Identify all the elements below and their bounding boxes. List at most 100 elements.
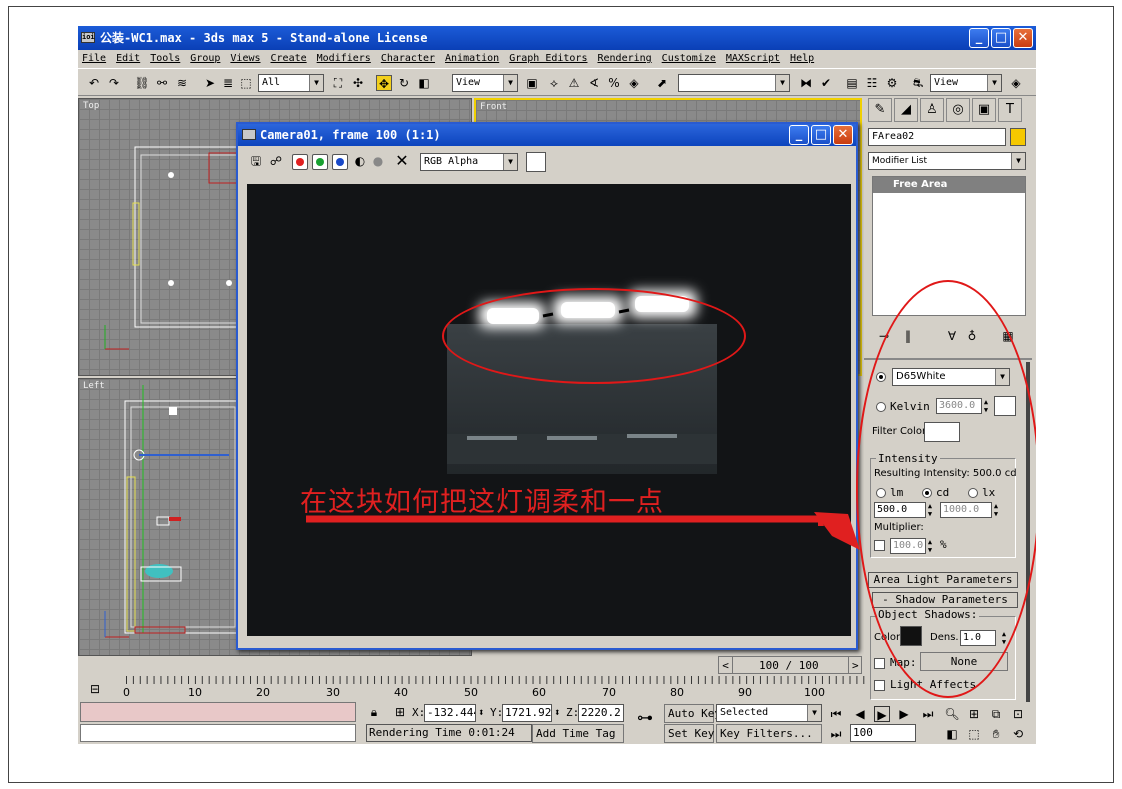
select-by-name-icon[interactable]: ≣ [220,75,236,91]
render-scene-icon[interactable]: ⛐ [910,75,926,91]
undo-icon[interactable]: ↶ [86,75,102,91]
absolute-mode-icon[interactable]: ⊞ [392,704,408,720]
render-minimize-button[interactable]: _ [789,125,809,145]
pan-icon[interactable]: ✋︎ [988,726,1004,742]
material-editor-icon[interactable]: ⚙ [884,75,900,91]
scale-icon[interactable]: ◧ [416,75,432,91]
mirror-icon[interactable]: ⧓ [798,75,814,91]
red-channel-button[interactable] [292,154,308,170]
blue-channel-button[interactable] [332,154,348,170]
region-zoom-icon[interactable]: ⬚ [966,726,982,742]
set-key-button[interactable]: Set Key [664,724,714,743]
angle-snap-icon[interactable]: ∢ [586,75,602,91]
select-manipulate-icon[interactable]: ⟡ [546,75,562,91]
close-button[interactable]: ✕ [1013,28,1033,48]
modify-tab-icon[interactable]: ◢ [894,98,918,122]
rect-selection-icon[interactable]: ⬚ [238,75,254,91]
menu-help[interactable]: Help [790,50,814,68]
menu-tools[interactable]: Tools [150,50,180,68]
next-frame-icon[interactable]: ▶ [896,706,912,722]
zoom-icon[interactable]: 🔍︎ [944,706,960,722]
key-filters-button[interactable]: Key Filters... [716,724,822,743]
curve-editor-icon[interactable]: ▤ [844,75,860,91]
render-close-button[interactable]: ✕ [833,125,853,145]
spinner-arrows-icon[interactable]: ⬍ [478,706,485,719]
render-type-dropdown[interactable]: View ▼ [930,74,1002,92]
z-coordinate-field[interactable]: 2220.2 [578,704,624,722]
utilities-tab-icon[interactable]: T [998,98,1022,122]
color-swatch[interactable] [526,152,546,172]
menu-group[interactable]: Group [190,50,220,68]
percent-snap-icon[interactable]: % [606,75,622,91]
menu-customize[interactable]: Customize [662,50,716,68]
menu-file[interactable]: File [82,50,106,68]
previous-frame-icon[interactable]: ◀ [852,706,868,722]
align-icon[interactable]: ✔ [818,75,834,91]
snap-toggle-icon[interactable]: ⚠ [566,75,582,91]
render-maximize-button[interactable]: □ [811,125,831,145]
maxscript-listener-field[interactable] [80,702,356,722]
map-checkbox[interactable] [874,658,885,669]
y-coordinate-field[interactable]: 1721.92 [502,704,552,722]
go-to-end-icon[interactable]: ⏭ [920,706,936,722]
stack-item-free-area[interactable]: Free Area [873,177,1025,193]
reference-coord-dropdown[interactable]: View ▼ [452,74,518,92]
move-icon[interactable]: ✥ [376,75,392,91]
alpha-channel-icon[interactable]: ◐ [352,153,368,169]
field-of-view-icon[interactable]: ◧ [944,726,960,742]
hierarchy-tab-icon[interactable]: ♙ [920,98,944,122]
menu-maxscript[interactable]: MAXScript [726,50,780,68]
clone-window-icon[interactable]: ☍ [268,153,284,169]
current-frame-field[interactable]: 100 [850,724,916,742]
zoom-extents-icon[interactable]: ⧉ [988,706,1004,722]
light-affects-checkbox[interactable] [874,680,885,691]
arc-rotate-icon[interactable]: ⟲ [1010,726,1026,742]
redo-icon[interactable]: ↷ [106,75,122,91]
zoom-extents-all-icon[interactable]: ⊡ [1010,706,1026,722]
x-coordinate-field[interactable]: -132.444 [424,704,476,722]
play-icon[interactable]: ▶ [874,706,890,722]
save-bitmap-icon[interactable]: 🖫 [248,153,264,169]
motion-tab-icon[interactable]: ◎ [946,98,970,122]
key-icon[interactable]: ⊶ [630,710,660,726]
modifier-list-dropdown[interactable]: Modifier List ▼ [868,152,1026,170]
key-mode-toggle-icon[interactable]: ⏭ [828,726,844,742]
select-move-snap-icon[interactable]: ✣ [350,75,366,91]
unlink-icon[interactable]: ⚯ [154,75,170,91]
object-name-input[interactable]: FArea02 [868,128,1006,146]
menu-graph-editors[interactable]: Graph Editors [509,50,587,68]
menu-views[interactable]: Views [230,50,260,68]
select-arrow-icon[interactable]: ➤ [202,75,218,91]
selection-filter-dropdown[interactable]: All ▼ [258,74,324,92]
bind-space-warp-icon[interactable]: ≋ [174,75,190,91]
maximize-button[interactable]: □ [991,28,1011,48]
edit-named-selection-icon[interactable]: ⬈ [654,75,670,91]
link-icon[interactable]: ⛓ [134,75,150,91]
time-slider-prev-icon[interactable]: < [719,657,733,674]
clear-icon[interactable]: ✕ [394,153,410,169]
go-to-start-icon[interactable]: ⏮ [828,706,844,722]
green-channel-button[interactable] [312,154,328,170]
menu-edit[interactable]: Edit [116,50,140,68]
spinner-arrows-icon[interactable]: ⬍ [554,706,561,719]
display-tab-icon[interactable]: ▣ [972,98,996,122]
pivot-center-icon[interactable]: ▣ [524,75,540,91]
menu-rendering[interactable]: Rendering [597,50,651,68]
track-bar-toggle-icon[interactable]: ⊟ [90,682,100,696]
schematic-view-icon[interactable]: ☷ [864,75,880,91]
lock-selection-icon[interactable]: 🔒︎ [366,704,382,720]
object-color-swatch[interactable] [1010,128,1026,146]
menu-create[interactable]: Create [271,50,307,68]
key-mode-dropdown[interactable]: Selected ▼ [716,704,822,722]
monochrome-icon[interactable]: ● [370,153,386,169]
time-slider-next-icon[interactable]: > [848,656,862,674]
add-time-tag-button[interactable]: Add Time Tag [532,724,624,743]
named-selection-dropdown[interactable]: ▼ [678,74,790,92]
quick-render-icon[interactable]: ◈ [1008,75,1024,91]
window-crossing-icon[interactable]: ⛶ [330,75,346,91]
create-tab-icon[interactable]: ✎ [868,98,892,122]
time-slider[interactable]: < 100 / 100 [718,656,862,674]
menu-character[interactable]: Character [381,50,435,68]
channel-dropdown[interactable]: RGB Alpha ▼ [420,153,518,171]
track-bar[interactable] [126,676,866,690]
